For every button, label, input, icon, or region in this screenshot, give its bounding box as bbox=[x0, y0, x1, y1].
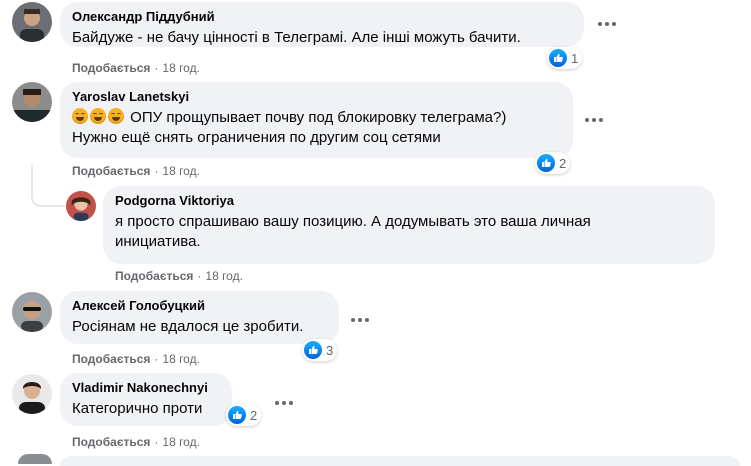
comment-timestamp[interactable]: 18 год. bbox=[162, 352, 200, 366]
comment-text-line: инициатива. bbox=[115, 233, 201, 250]
reaction-count-badge[interactable]: 3 bbox=[302, 339, 338, 361]
comment-text: Росіянам не вдалося це зробити. bbox=[72, 317, 327, 337]
comment-bubble: Алексей Голобуцкий Росіянам не вдалося ц… bbox=[60, 291, 339, 344]
avatar[interactable] bbox=[66, 191, 96, 221]
comment-author[interactable]: Олександр Піддубний bbox=[72, 9, 572, 25]
more-options-icon bbox=[597, 22, 618, 26]
comment-actions: Подобається · 18 год. bbox=[72, 61, 200, 75]
like-reaction-icon bbox=[228, 406, 246, 424]
like-reaction-icon bbox=[304, 341, 322, 359]
comment-text-span: ОПУ прощупывает почву под блокировку тел… bbox=[130, 109, 507, 126]
comment-text: я просто спрашиваю вашу позицию. А додум… bbox=[115, 212, 703, 252]
comment-actions: Подобається · 18 год. bbox=[72, 435, 200, 449]
more-options-button[interactable] bbox=[346, 306, 374, 334]
more-options-button[interactable] bbox=[593, 10, 621, 38]
comment-timestamp[interactable]: 18 год. bbox=[162, 61, 200, 75]
more-options-button[interactable] bbox=[270, 389, 298, 417]
more-options-icon bbox=[274, 401, 295, 405]
comment-timestamp[interactable]: 18 год. bbox=[162, 435, 200, 449]
avatar[interactable] bbox=[12, 292, 52, 332]
comment-author[interactable]: Vladimir Nakonechnyi bbox=[72, 380, 220, 396]
avatar bbox=[18, 454, 52, 464]
next-comment-partial bbox=[0, 452, 751, 466]
more-options-icon bbox=[584, 118, 605, 122]
comment-author[interactable]: Yaroslav Lanetskyi bbox=[72, 89, 561, 105]
like-link[interactable]: Подобається bbox=[72, 352, 150, 366]
like-link[interactable]: Подобається bbox=[115, 269, 193, 283]
reaction-count: 1 bbox=[571, 50, 579, 66]
comment-bubble: Podgorna Viktoriya я просто спрашиваю ва… bbox=[103, 186, 715, 264]
comment-author[interactable]: Podgorna Viktoriya bbox=[115, 193, 703, 209]
like-link[interactable]: Подобається bbox=[72, 164, 150, 178]
comment-author[interactable]: Алексей Голобуцкий bbox=[72, 298, 327, 314]
comment-text-line: ОПУ прощупывает почву под блокировку тел… bbox=[72, 108, 561, 128]
comment-actions: Подобається · 18 год. bbox=[115, 269, 243, 283]
comment-bubble: Олександр Піддубний Байдуже - не бачу ці… bbox=[60, 2, 584, 47]
avatar[interactable] bbox=[12, 2, 52, 42]
comment-actions: Подобається · 18 год. bbox=[72, 164, 200, 178]
comment-text-line: Нужно ещё снять ограничения по другим со… bbox=[72, 129, 441, 146]
reaction-count-badge[interactable]: 1 bbox=[547, 47, 583, 69]
like-reaction-icon bbox=[537, 154, 555, 172]
reaction-count: 2 bbox=[559, 155, 567, 171]
comment-bubble: Vladimir Nakonechnyi Категорично проти bbox=[60, 373, 232, 426]
avatar[interactable] bbox=[12, 374, 52, 414]
comment-text: Категорично проти bbox=[72, 399, 220, 419]
comment-timestamp[interactable]: 18 год. bbox=[205, 269, 243, 283]
comment-timestamp[interactable]: 18 год. bbox=[162, 164, 200, 178]
like-reaction-icon bbox=[549, 49, 567, 67]
comment-text-line: Росіянам не вдалося це зробити. bbox=[72, 318, 304, 335]
laughing-emoji-icon bbox=[90, 108, 106, 124]
reaction-count-badge[interactable]: 2 bbox=[535, 152, 571, 174]
more-options-button[interactable] bbox=[580, 106, 608, 134]
avatar[interactable] bbox=[12, 82, 52, 122]
more-options-icon bbox=[350, 318, 371, 322]
comment-text-line: я просто спрашиваю вашу позицию. А додум… bbox=[115, 213, 591, 230]
like-link[interactable]: Подобається bbox=[72, 435, 150, 449]
reaction-count-badge[interactable]: 2 bbox=[226, 404, 262, 426]
reaction-count: 2 bbox=[250, 407, 258, 423]
comment-text: Байдуже - не бачу цінності в Телеграмі. … bbox=[72, 28, 572, 48]
reaction-count: 3 bbox=[326, 342, 334, 358]
comment-bubble bbox=[60, 456, 740, 466]
reply-thread-line bbox=[31, 165, 65, 207]
laughing-emoji-icon bbox=[72, 108, 88, 124]
laughing-emoji-icon bbox=[108, 108, 124, 124]
comment-text-line: Категорично проти bbox=[72, 400, 203, 417]
like-link[interactable]: Подобається bbox=[72, 61, 150, 75]
comment-text-line: Байдуже - не бачу цінності в Телеграмі. … bbox=[72, 29, 521, 46]
comment-text: ОПУ прощупывает почву под блокировку тел… bbox=[72, 108, 561, 148]
comment-actions: Подобається · 18 год. bbox=[72, 352, 200, 366]
comment-bubble: Yaroslav Lanetskyi ОПУ прощупывает почву… bbox=[60, 82, 573, 158]
